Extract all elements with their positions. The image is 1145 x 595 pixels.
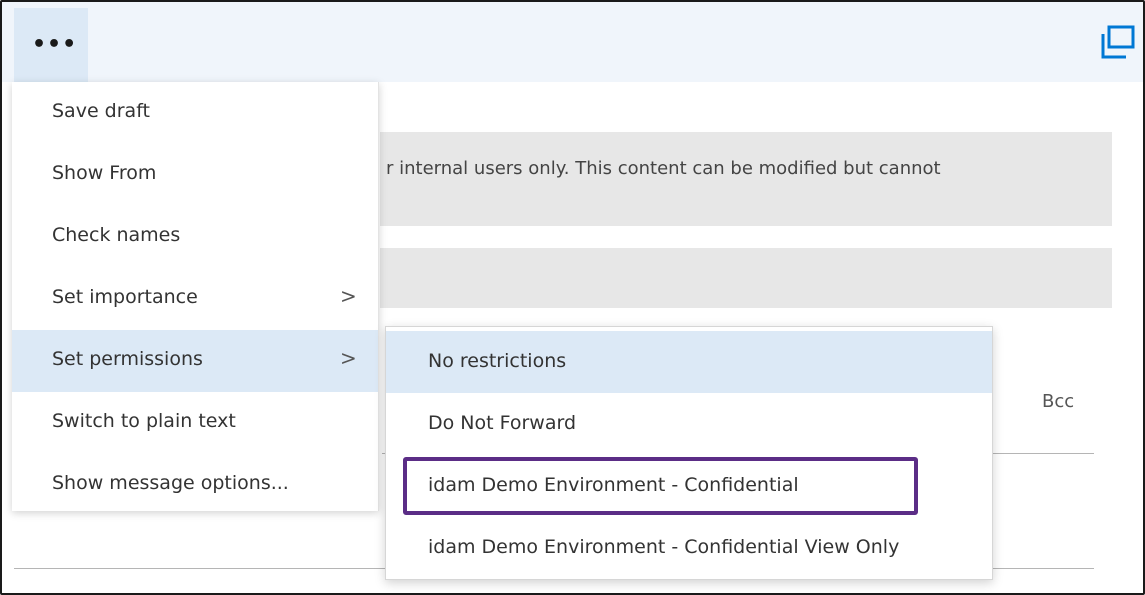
more-options-menu: Save draft Show From Check names Set imp… [12,82,379,511]
compose-toolbar: ••• [2,2,1143,82]
menu-item-show-from[interactable]: Show From [12,144,378,206]
more-dots-icon: ••• [32,32,78,57]
info-bar [380,248,1112,308]
submenu-item-label: idam Demo Environment - Confidential [428,474,799,496]
permission-confidential[interactable]: idam Demo Environment - Confidential [386,455,992,517]
menu-item-label: Show From [52,162,157,184]
menu-item-check-names[interactable]: Check names [12,206,378,268]
permissions-submenu: No restrictions Do Not Forward idam Demo… [385,326,993,580]
app-window: ••• r internal users only. This content … [0,0,1145,595]
permission-no-restrictions[interactable]: No restrictions [386,331,992,393]
chevron-right-icon: > [340,284,357,308]
submenu-item-label: idam Demo Environment - Confidential Vie… [428,536,900,558]
more-options-button[interactable]: ••• [14,8,88,82]
menu-item-save-draft[interactable]: Save draft [12,82,378,144]
menu-item-switch-plain-text[interactable]: Switch to plain text [12,392,378,454]
sensitivity-banner: r internal users only. This content can … [380,132,1112,226]
menu-item-label: Show message options... [52,472,289,494]
bcc-link[interactable]: Bcc [1042,391,1074,412]
permission-confidential-view-only[interactable]: idam Demo Environment - Confidential Vie… [386,517,992,579]
menu-item-label: Save draft [52,100,150,122]
menu-item-label: Check names [52,224,181,246]
menu-item-set-importance[interactable]: Set importance > [12,268,378,330]
menu-item-set-permissions[interactable]: Set permissions > [12,330,378,392]
submenu-item-label: Do Not Forward [428,412,577,434]
permission-do-not-forward[interactable]: Do Not Forward [386,393,992,455]
menu-item-label: Switch to plain text [52,410,236,432]
popout-window-icon[interactable] [1099,24,1137,62]
menu-item-label: Set importance [52,286,198,308]
sensitivity-banner-text: r internal users only. This content can … [386,158,941,179]
menu-item-label: Set permissions [52,348,203,370]
menu-item-show-message-options[interactable]: Show message options... [12,454,378,516]
chevron-right-icon: > [340,346,357,370]
submenu-item-label: No restrictions [428,350,567,372]
